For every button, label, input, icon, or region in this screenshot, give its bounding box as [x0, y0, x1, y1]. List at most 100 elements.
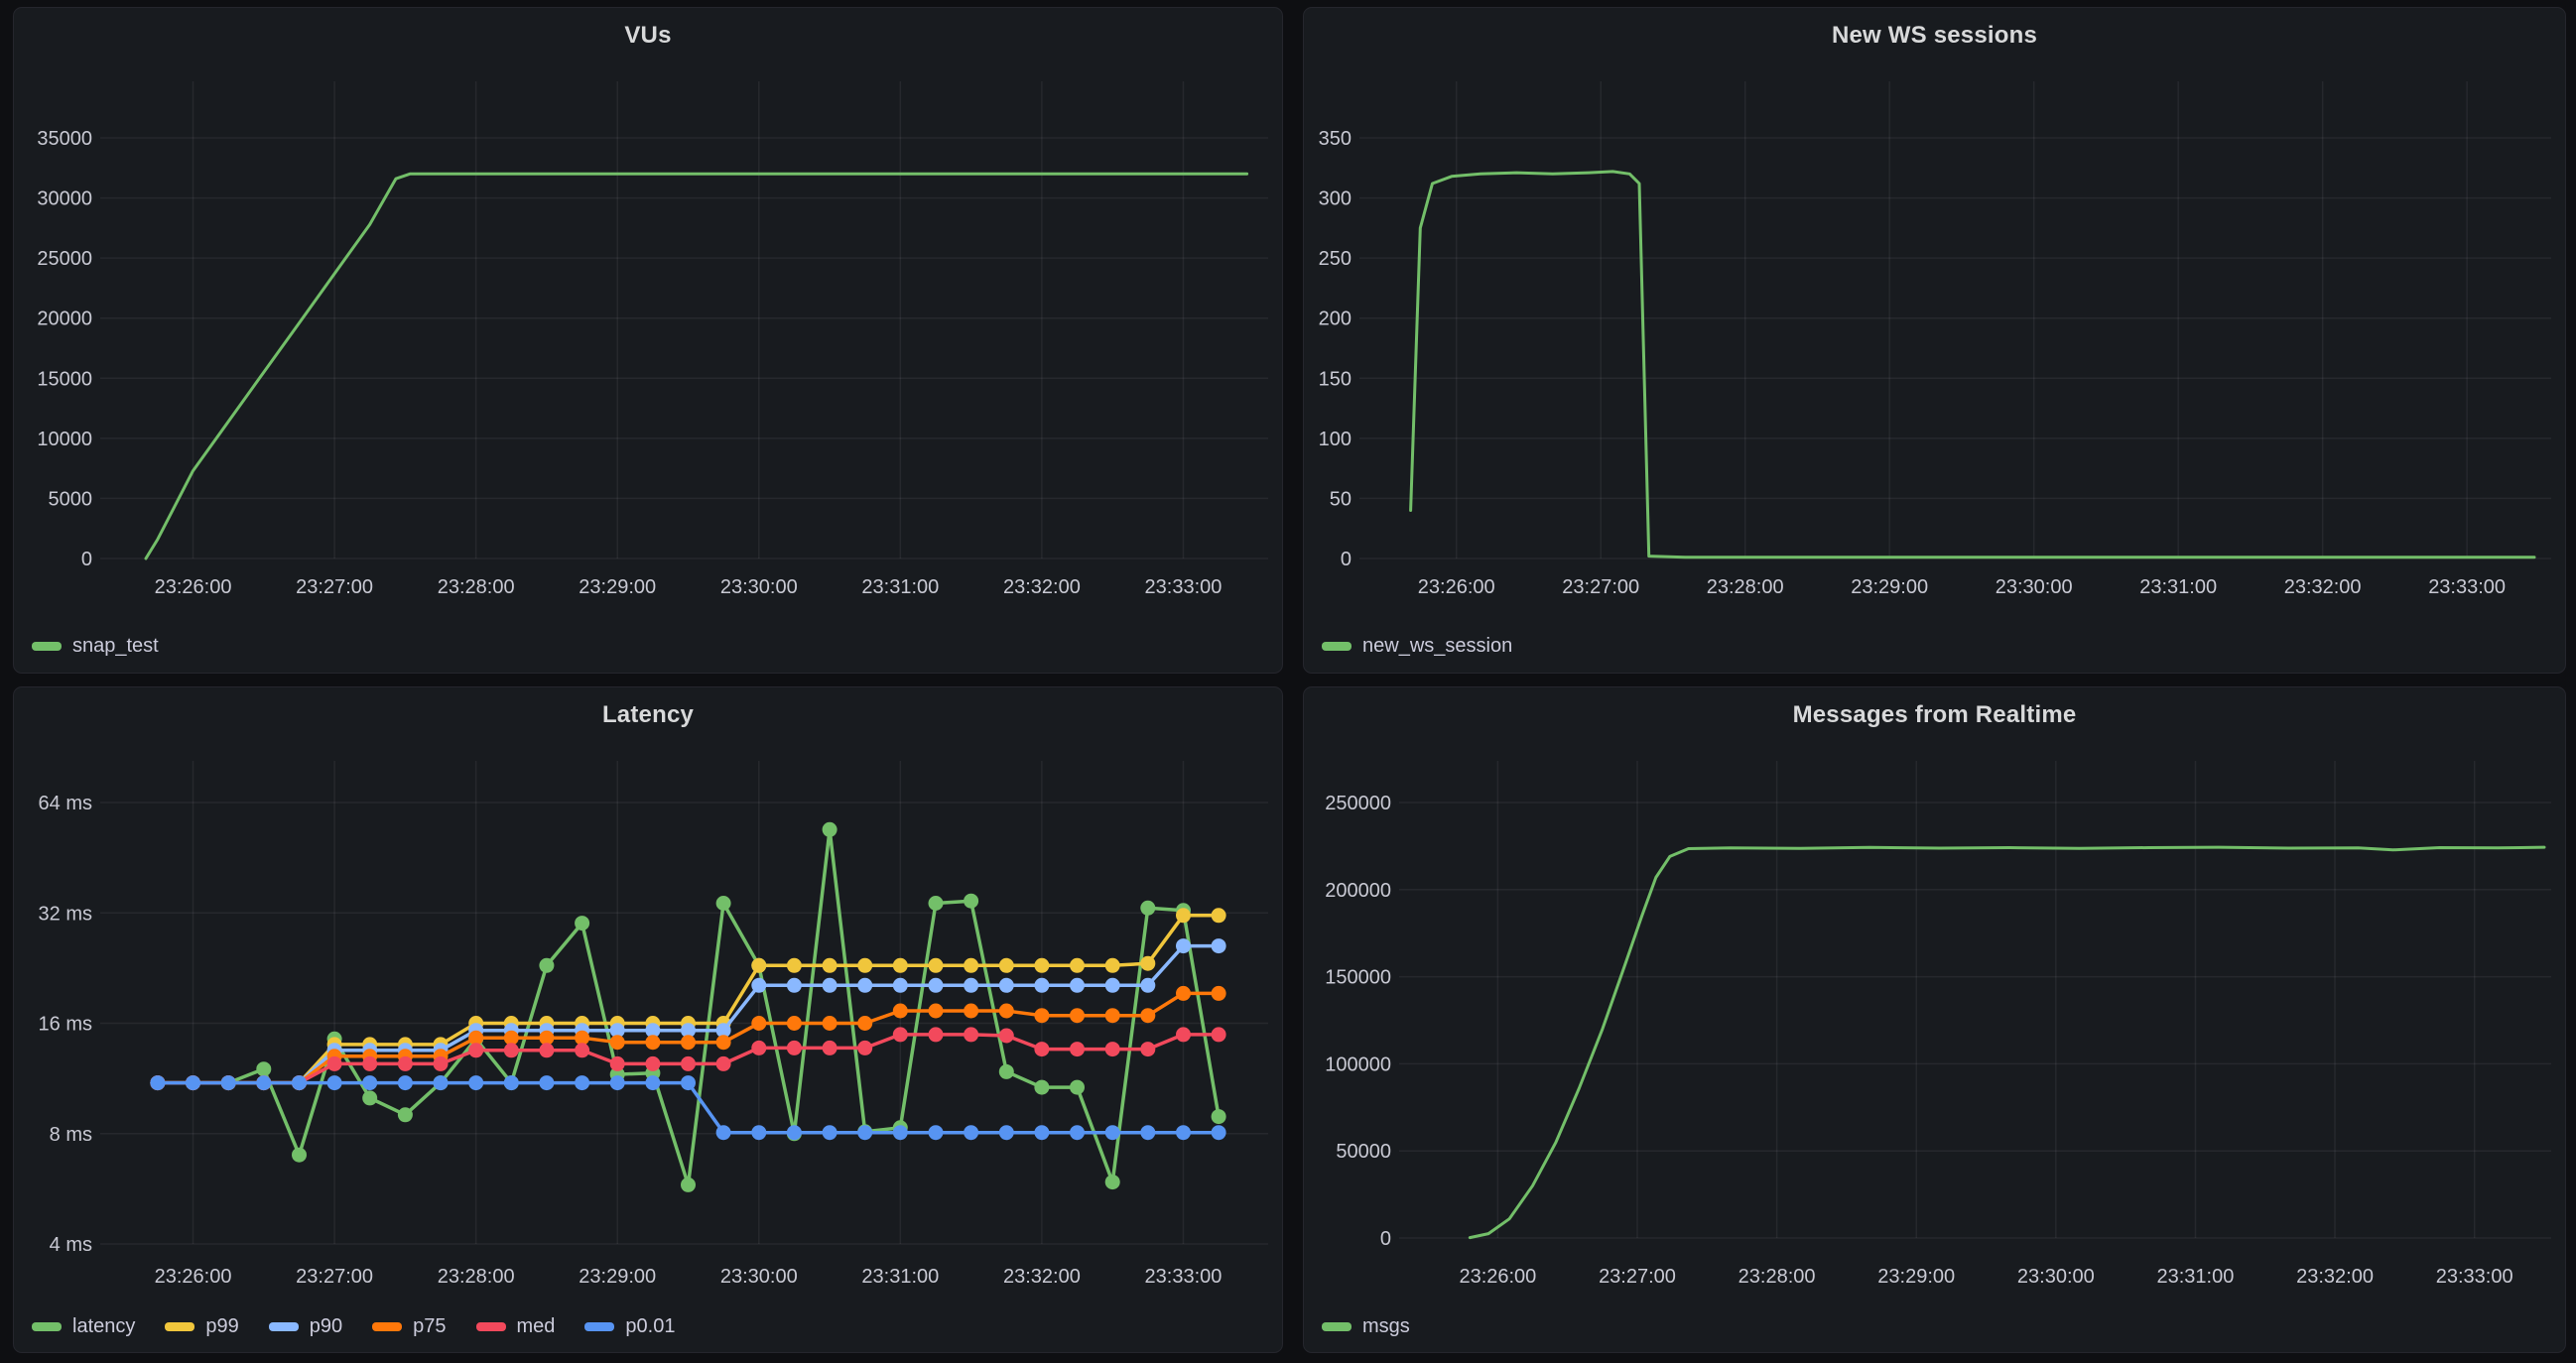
y-tick-label: 0	[1341, 549, 1352, 570]
latency-chart[interactable]: 4 ms8 ms16 ms32 ms64 ms23:26:0023:27:002…	[14, 743, 1282, 1308]
x-axis: 23:26:00 23:27:00 23:28:00 23:29:00 23:30:00…	[155, 576, 1223, 598]
x-axis: 23:26:0023:27:0023:28:0023:29:0023:30:00…	[155, 1266, 1223, 1288]
y-tick-label: 5000	[49, 488, 93, 510]
x-tick-label: 23:31:00	[861, 576, 939, 598]
legend-label: new_ws_session	[1362, 635, 1512, 658]
y-tick-label: 300	[1319, 188, 1352, 210]
x-axis: 23:26:0023:27:0023:28:0023:29:0023:30:00…	[1459, 1266, 2512, 1288]
series-msgs	[1470, 847, 2544, 1238]
y-tick-label: 100	[1319, 429, 1352, 450]
x-tick-label: 23:26:00	[155, 1266, 232, 1288]
x-tick-label: 23:33:00	[1145, 1266, 1223, 1288]
x-tick-label: 23:32:00	[1003, 576, 1081, 598]
y-tick-label: 50000	[1336, 1141, 1391, 1163]
x-axis: 23:26:00 23:27:00 23:28:00 23:29:00 23:30:00…	[1418, 576, 2506, 598]
legend-swatch-latency	[32, 1322, 62, 1331]
panel-title-vus[interactable]: VUs	[14, 8, 1282, 63]
legend-item-msgs[interactable]: msgs	[1322, 1315, 1410, 1338]
x-tick-label: 23:31:00	[2157, 1266, 2235, 1288]
panel-title-new-ws-sessions[interactable]: New WS sessions	[1304, 8, 2565, 63]
y-tick-label: 250	[1319, 248, 1352, 270]
y-tick-label: 32 ms	[39, 903, 92, 925]
legend-label: latency	[72, 1315, 135, 1338]
x-tick-label: 23:33:00	[2436, 1266, 2513, 1288]
x-tick-label: 23:29:00	[1877, 1266, 1955, 1288]
legend-item-new_ws_session[interactable]: new_ws_session	[1322, 635, 1512, 658]
y-tick-label: 15000	[37, 368, 92, 390]
legend-item-p75[interactable]: p75	[372, 1315, 446, 1338]
dashboard-grid: VUs 050001000015000200002500030000350002…	[0, 0, 2576, 1363]
x-tick-label: 23:30:00	[1996, 576, 2073, 598]
x-tick-label: 23:28:00	[1707, 576, 1784, 598]
legend-label: p0.01	[625, 1315, 675, 1338]
x-tick-label: 23:27:00	[1562, 576, 1639, 598]
grid	[100, 81, 1268, 558]
legend-swatch-snap_test	[32, 642, 62, 651]
messages-from-realtime-chart[interactable]: 05000010000015000020000025000023:26:0023…	[1304, 743, 2565, 1308]
x-tick-label: 23:27:00	[296, 576, 373, 598]
series-p0.01	[150, 1075, 1225, 1140]
x-tick-label: 23:31:00	[2139, 576, 2217, 598]
x-tick-label: 23:28:00	[1739, 1266, 1816, 1288]
x-tick-label: 23:26:00	[155, 576, 232, 598]
legend-item-p90[interactable]: p90	[269, 1315, 342, 1338]
legend-item-snap_test[interactable]: snap_test	[32, 635, 159, 658]
x-tick-label: 23:29:00	[579, 1266, 656, 1288]
y-tick-label: 30000	[37, 188, 92, 210]
panel-title-messages-from-realtime[interactable]: Messages from Realtime	[1304, 687, 2565, 743]
panel-title-latency[interactable]: Latency	[14, 687, 1282, 743]
y-tick-label: 200000	[1325, 880, 1391, 902]
y-tick-label: 200	[1319, 309, 1352, 330]
x-tick-label: 23:32:00	[2296, 1266, 2374, 1288]
grid	[1359, 81, 2551, 558]
legend-item-latency[interactable]: latency	[32, 1315, 135, 1338]
x-tick-label: 23:33:00	[2428, 576, 2506, 598]
y-tick-label: 50	[1330, 488, 1352, 510]
panel-vus: VUs 050001000015000200002500030000350002…	[13, 7, 1283, 674]
y-tick-label: 250000	[1325, 793, 1391, 814]
latency-legend: latency p99 p90 p75 med p0.01	[14, 1308, 1282, 1352]
legend-swatch-p0.01	[584, 1322, 614, 1331]
y-axis: 050000100000150000200000250000	[1325, 793, 1391, 1250]
series-snap_test	[146, 174, 1247, 558]
y-tick-label: 150000	[1325, 967, 1391, 989]
x-tick-label: 23:28:00	[438, 576, 515, 598]
y-tick-label: 100000	[1325, 1053, 1391, 1075]
x-tick-label: 23:30:00	[720, 1266, 798, 1288]
x-tick-label: 23:26:00	[1418, 576, 1495, 598]
y-tick-label: 4 ms	[50, 1234, 92, 1256]
legend-swatch-msgs	[1322, 1322, 1352, 1331]
new-ws-sessions-legend: new_ws_session	[1304, 627, 2565, 673]
y-axis: 050100150200250300350	[1319, 128, 1352, 570]
messages-from-realtime-legend: msgs	[1304, 1308, 2565, 1352]
panel-new-ws-sessions: New WS sessions 05010015020025030035023:…	[1303, 7, 2566, 674]
legend-item-med[interactable]: med	[476, 1315, 556, 1338]
legend-swatch-p90	[269, 1322, 299, 1331]
y-tick-label: 8 ms	[50, 1124, 92, 1146]
y-tick-label: 10000	[37, 429, 92, 450]
vus-legend: snap_test	[14, 627, 1282, 673]
grid	[1399, 761, 2551, 1238]
x-tick-label: 23:29:00	[579, 576, 656, 598]
legend-swatch-p99	[165, 1322, 194, 1331]
legend-label: p75	[413, 1315, 446, 1338]
y-tick-label: 150	[1319, 368, 1352, 390]
x-tick-label: 23:27:00	[296, 1266, 373, 1288]
x-tick-label: 23:32:00	[1003, 1266, 1081, 1288]
y-tick-label: 64 ms	[39, 793, 92, 814]
vus-chart[interactable]: 0500010000150002000025000300003500023:26…	[14, 63, 1282, 627]
x-tick-label: 23:32:00	[2284, 576, 2362, 598]
y-axis: 4 ms8 ms16 ms32 ms64 ms	[39, 793, 92, 1256]
x-tick-label: 23:30:00	[720, 576, 798, 598]
legend-item-p0.01[interactable]: p0.01	[584, 1315, 675, 1338]
new-ws-sessions-chart[interactable]: 05010015020025030035023:26:0023:27:0023:…	[1304, 63, 2565, 627]
legend-swatch-new_ws_session	[1322, 642, 1352, 651]
legend-item-p99[interactable]: p99	[165, 1315, 238, 1338]
x-tick-label: 23:31:00	[861, 1266, 939, 1288]
legend-label: snap_test	[72, 635, 159, 658]
legend-label: p90	[310, 1315, 342, 1338]
y-tick-label: 25000	[37, 248, 92, 270]
panel-latency: Latency 4 ms8 ms16 ms32 ms64 ms23:26:002…	[13, 686, 1283, 1353]
x-tick-label: 23:29:00	[1851, 576, 1928, 598]
y-tick-label: 20000	[37, 309, 92, 330]
